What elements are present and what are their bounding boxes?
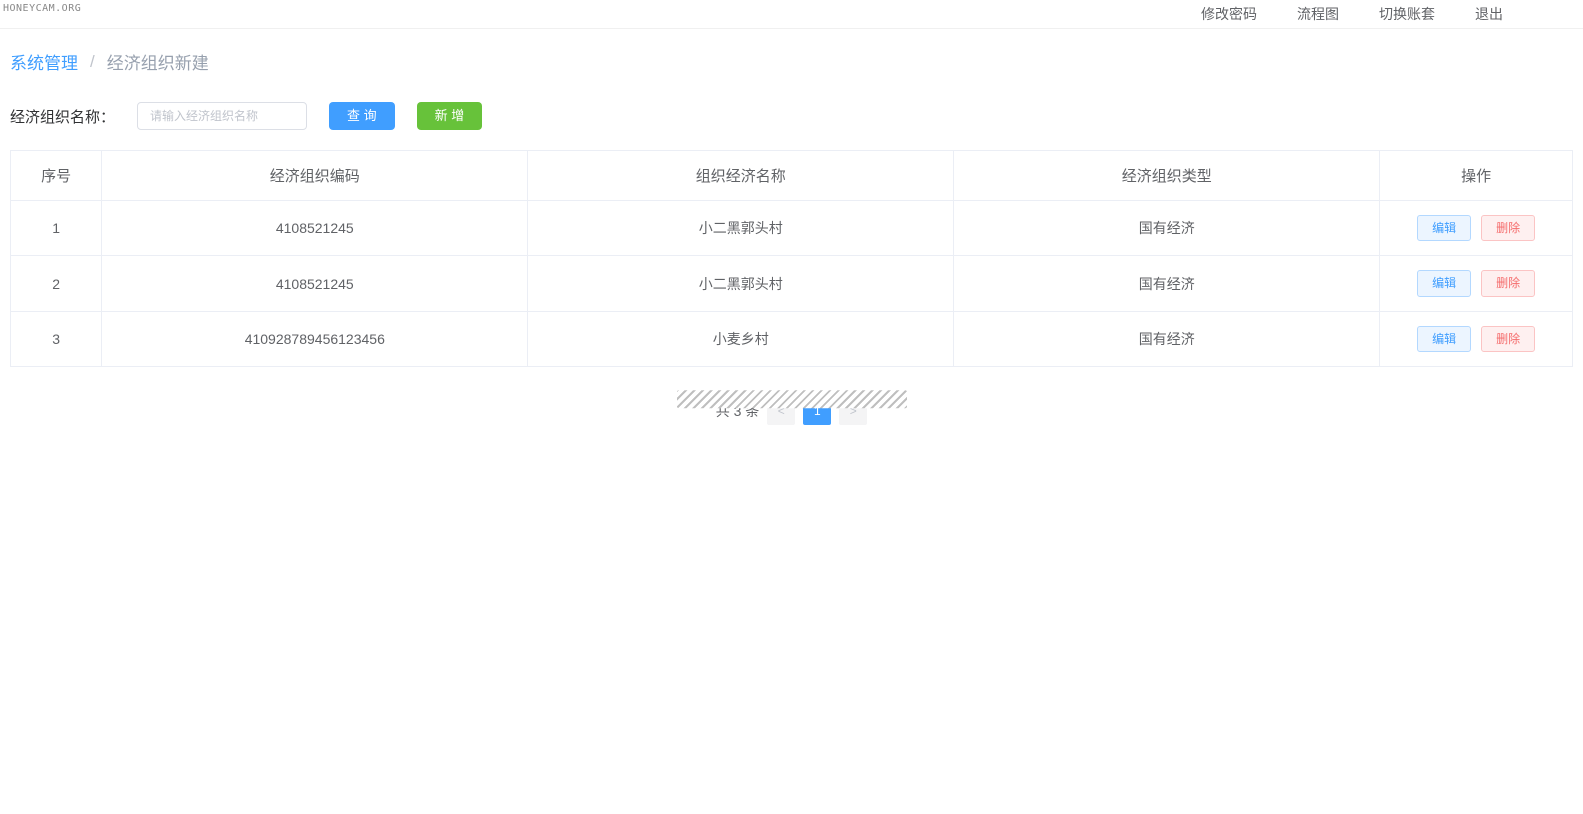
delete-button[interactable]: 删除 [1481, 270, 1535, 296]
pagination-page-1[interactable]: 1 [803, 397, 831, 425]
top-nav: 修改密码 流程图 切换账套 退出 [0, 0, 1583, 29]
delete-button[interactable]: 删除 [1481, 215, 1535, 241]
table-row: 24108521245小二黑郭头村国有经济编辑删除 [11, 256, 1573, 311]
cell-code: 4108521245 [102, 256, 528, 311]
cell-type: 国有经济 [954, 256, 1380, 311]
pagination-total: 共 3 条 [716, 401, 760, 421]
cell-name: 小二黑郭头村 [528, 256, 954, 311]
table-wrapper: 序号 经济组织编码 组织经济名称 经济组织类型 操作 14108521245小二… [0, 150, 1583, 367]
watermark: HONEYCAM.ORG [3, 3, 81, 14]
pagination: 共 3 条 < 1 > [0, 367, 1583, 435]
pagination-prev[interactable]: < [767, 397, 795, 425]
breadcrumb: 系统管理 / 经济组织新建 [0, 29, 1583, 94]
org-name-input[interactable] [137, 102, 307, 130]
edit-button[interactable]: 编辑 [1417, 326, 1471, 352]
edit-button[interactable]: 编辑 [1417, 270, 1471, 296]
breadcrumb-root[interactable]: 系统管理 [10, 49, 78, 74]
table-row: 3410928789456123456小麦乡村国有经济编辑删除 [11, 311, 1573, 366]
cell-actions: 编辑删除 [1380, 201, 1573, 256]
cell-seq: 1 [11, 201, 102, 256]
nav-exit[interactable]: 退出 [1475, 4, 1503, 24]
cell-name: 小麦乡村 [528, 311, 954, 366]
th-seq: 序号 [11, 151, 102, 201]
breadcrumb-current: 经济组织新建 [107, 49, 209, 74]
cell-type: 国有经济 [954, 201, 1380, 256]
th-code: 经济组织编码 [102, 151, 528, 201]
org-table: 序号 经济组织编码 组织经济名称 经济组织类型 操作 14108521245小二… [10, 150, 1573, 367]
query-button[interactable]: 查 询 [329, 102, 395, 130]
pagination-next[interactable]: > [839, 397, 867, 425]
nav-change-password[interactable]: 修改密码 [1201, 4, 1257, 24]
th-action: 操作 [1380, 151, 1573, 201]
cell-actions: 编辑删除 [1380, 311, 1573, 366]
cell-actions: 编辑删除 [1380, 256, 1573, 311]
th-type: 经济组织类型 [954, 151, 1380, 201]
nav-flowchart[interactable]: 流程图 [1297, 4, 1339, 24]
th-name: 组织经济名称 [528, 151, 954, 201]
delete-button[interactable]: 删除 [1481, 326, 1535, 352]
table-header-row: 序号 经济组织编码 组织经济名称 经济组织类型 操作 [11, 151, 1573, 201]
add-button[interactable]: 新 增 [417, 102, 483, 130]
cell-type: 国有经济 [954, 311, 1380, 366]
cell-code: 4108521245 [102, 201, 528, 256]
table-row: 14108521245小二黑郭头村国有经济编辑删除 [11, 201, 1573, 256]
cell-name: 小二黑郭头村 [528, 201, 954, 256]
filter-label: 经济组织名称： [10, 106, 115, 127]
filter-bar: 经济组织名称： 查 询 新 增 [0, 94, 1583, 150]
edit-button[interactable]: 编辑 [1417, 215, 1471, 241]
cell-seq: 2 [11, 256, 102, 311]
cell-code: 410928789456123456 [102, 311, 528, 366]
cell-seq: 3 [11, 311, 102, 366]
nav-switch-account[interactable]: 切换账套 [1379, 4, 1435, 24]
breadcrumb-separator: / [90, 52, 95, 72]
